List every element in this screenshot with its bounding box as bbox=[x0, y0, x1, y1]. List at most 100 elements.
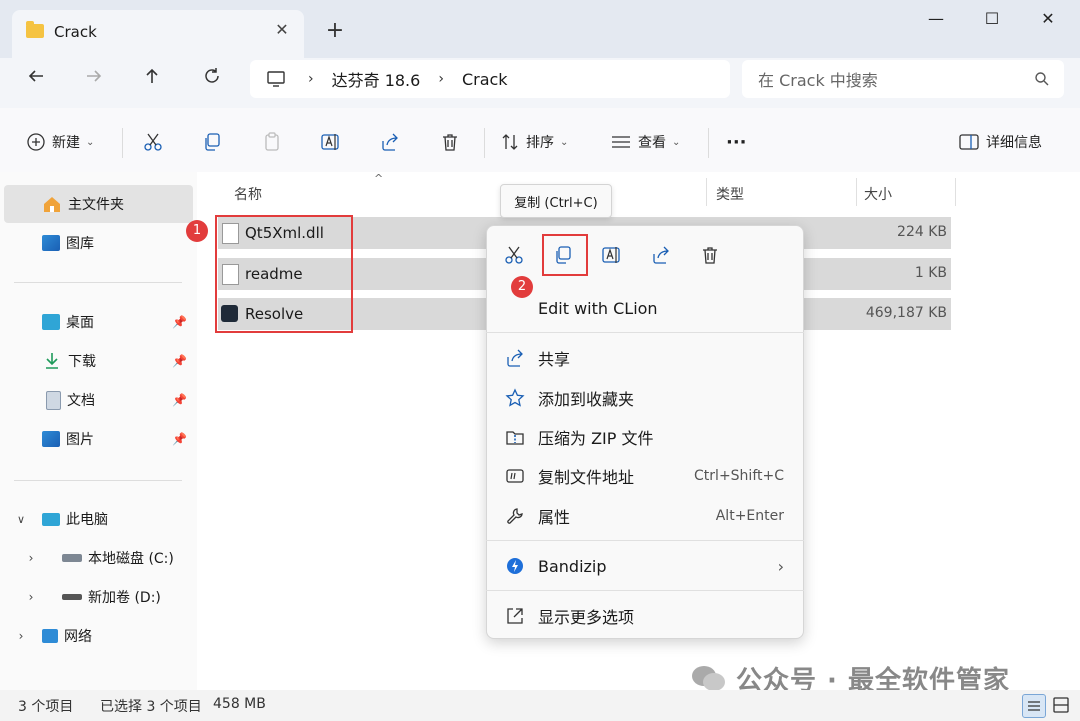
sidebar-item-drive-d[interactable]: › 新加卷 (D:) bbox=[0, 578, 193, 616]
more-button[interactable]: ··· bbox=[726, 126, 747, 158]
toolbar-divider bbox=[484, 128, 485, 158]
refresh-button[interactable] bbox=[196, 66, 228, 94]
close-window-button[interactable]: ✕ bbox=[1020, 2, 1076, 38]
sidebar-item-network[interactable]: › 网络 bbox=[0, 617, 193, 655]
chevron-down-icon[interactable]: ∨ bbox=[0, 513, 42, 526]
file-size: 224 KB bbox=[897, 224, 947, 240]
sidebar-label: 桌面 bbox=[66, 315, 94, 331]
menu-item-show-more-options[interactable]: 显示更多选项 bbox=[504, 598, 794, 634]
tab-close-button[interactable]: ✕ bbox=[270, 20, 294, 44]
sidebar-label: 本地磁盘 (C:) bbox=[88, 551, 174, 567]
new-tab-button[interactable]: + bbox=[320, 18, 350, 46]
plus-circle-icon bbox=[27, 133, 45, 151]
context-delete-button[interactable] bbox=[694, 240, 726, 270]
column-divider[interactable] bbox=[706, 178, 707, 206]
sidebar-item-downloads[interactable]: 下载 📌 bbox=[0, 342, 193, 380]
forward-button[interactable] bbox=[78, 66, 110, 94]
share-button[interactable] bbox=[380, 126, 400, 158]
copy-tooltip: 复制 (Ctrl+C) bbox=[500, 184, 612, 218]
context-share-button[interactable] bbox=[645, 240, 677, 270]
sidebar-label: 网络 bbox=[64, 629, 92, 645]
menu-item-label: 显示更多选项 bbox=[538, 608, 635, 627]
menu-item-compress-zip[interactable]: 压缩为 ZIP 文件 bbox=[504, 419, 794, 455]
zip-folder-icon bbox=[504, 426, 526, 448]
pin-icon[interactable]: 📌 bbox=[172, 393, 187, 407]
menu-item-label: 添加到收藏夹 bbox=[538, 390, 635, 409]
up-button[interactable] bbox=[136, 66, 168, 94]
menu-item-label: Edit with CLion bbox=[538, 298, 658, 318]
tiles-view-toggle[interactable] bbox=[1050, 694, 1072, 716]
sidebar-item-home[interactable]: 主文件夹 bbox=[4, 185, 193, 223]
breadcrumb-item[interactable]: 达芬奇 18.6 bbox=[332, 67, 421, 91]
share-icon bbox=[653, 246, 669, 264]
scissors-icon bbox=[505, 246, 523, 264]
sidebar-label: 图库 bbox=[66, 236, 94, 252]
sidebar-item-drive-c[interactable]: › 本地磁盘 (C:) bbox=[0, 539, 193, 577]
view-list-icon bbox=[612, 136, 630, 148]
sidebar-item-documents[interactable]: 文档 📌 bbox=[0, 381, 193, 419]
pin-icon[interactable]: 📌 bbox=[172, 315, 187, 329]
navigation-pane: 主文件夹 图库 桌面 📌 下载 📌 文档 📌 图片 📌 ∨ 此电脑 › 本地磁盘… bbox=[0, 172, 197, 690]
status-bar: 3 个项目 已选择 3 个项目 458 MB bbox=[0, 690, 1080, 721]
minimize-button[interactable]: — bbox=[908, 2, 964, 38]
copy-icon bbox=[205, 133, 220, 151]
context-cut-button[interactable] bbox=[498, 240, 530, 270]
details-pane-icon bbox=[959, 134, 979, 150]
sidebar-item-pictures[interactable]: 图片 📌 bbox=[0, 420, 193, 458]
column-divider[interactable] bbox=[955, 178, 956, 206]
menu-item-properties[interactable]: 属性 Alt+Enter bbox=[504, 498, 794, 534]
details-view-toggle[interactable] bbox=[1022, 694, 1046, 718]
sidebar-item-this-pc[interactable]: ∨ 此电脑 bbox=[0, 500, 193, 538]
paste-button[interactable] bbox=[262, 126, 282, 158]
clipboard-icon bbox=[265, 132, 279, 151]
copy-button[interactable] bbox=[202, 126, 222, 158]
chevron-right-icon: › bbox=[777, 556, 784, 576]
sidebar-item-gallery[interactable]: 图库 bbox=[0, 224, 193, 262]
column-header-type[interactable]: 类型 bbox=[716, 184, 744, 204]
file-size: 1 KB bbox=[914, 265, 947, 281]
rename-icon bbox=[321, 134, 339, 150]
tiles-view-icon bbox=[1053, 697, 1069, 713]
view-button[interactable]: 查看 ⌄ bbox=[610, 126, 680, 158]
download-icon bbox=[46, 353, 58, 369]
tab-title: Crack bbox=[54, 23, 97, 41]
pin-icon[interactable]: 📌 bbox=[172, 354, 187, 368]
delete-button[interactable] bbox=[440, 126, 460, 158]
pin-icon[interactable]: 📌 bbox=[172, 432, 187, 446]
context-rename-button[interactable] bbox=[596, 240, 628, 270]
tab-crack[interactable]: Crack ✕ bbox=[12, 10, 304, 58]
menu-item-label: 共享 bbox=[538, 350, 571, 369]
details-label: 详细信息 bbox=[986, 135, 1042, 151]
new-button[interactable]: 新建 ⌄ bbox=[26, 126, 94, 158]
menu-item-add-to-favorites[interactable]: 添加到收藏夹 bbox=[504, 380, 794, 416]
maximize-button[interactable]: ☐ bbox=[964, 2, 1020, 38]
menu-divider bbox=[486, 590, 804, 591]
chevron-right-icon[interactable]: › bbox=[0, 551, 62, 565]
menu-item-edit-with-clion[interactable]: Edit with CLion bbox=[504, 290, 794, 326]
address-field[interactable]: › 达芬奇 18.6 › Crack bbox=[250, 60, 730, 98]
sort-button[interactable]: 排序 ⌄ bbox=[500, 126, 568, 158]
selected-size: 458 MB bbox=[213, 696, 266, 712]
menu-item-share[interactable]: 共享 bbox=[504, 340, 794, 376]
search-input[interactable]: 在 Crack 中搜索 bbox=[742, 60, 1064, 98]
chevron-right-icon[interactable]: › bbox=[0, 629, 42, 643]
back-button[interactable] bbox=[20, 66, 52, 94]
cut-button[interactable] bbox=[143, 126, 163, 158]
rename-button[interactable] bbox=[320, 126, 342, 158]
chevron-right-icon[interactable]: › bbox=[0, 590, 62, 604]
column-divider[interactable] bbox=[856, 178, 857, 206]
column-header-size[interactable]: 大小 bbox=[864, 184, 892, 204]
sidebar-label: 文档 bbox=[67, 393, 95, 409]
annotation-box-copy bbox=[542, 234, 588, 276]
copy-path-icon bbox=[504, 465, 526, 487]
breadcrumb-item[interactable]: Crack bbox=[462, 70, 508, 89]
sidebar-item-desktop[interactable]: 桌面 📌 bbox=[0, 303, 193, 341]
menu-item-bandizip[interactable]: Bandizip › bbox=[504, 548, 794, 584]
chevron-right-icon: › bbox=[308, 71, 314, 87]
menu-item-copy-path[interactable]: 复制文件地址 Ctrl+Shift+C bbox=[504, 458, 794, 494]
menu-divider bbox=[486, 540, 804, 541]
column-header-name[interactable]: 名称 bbox=[234, 184, 262, 204]
sort-icon bbox=[502, 134, 518, 150]
document-icon bbox=[46, 390, 61, 410]
details-button[interactable]: 详细信息 bbox=[958, 126, 1042, 158]
